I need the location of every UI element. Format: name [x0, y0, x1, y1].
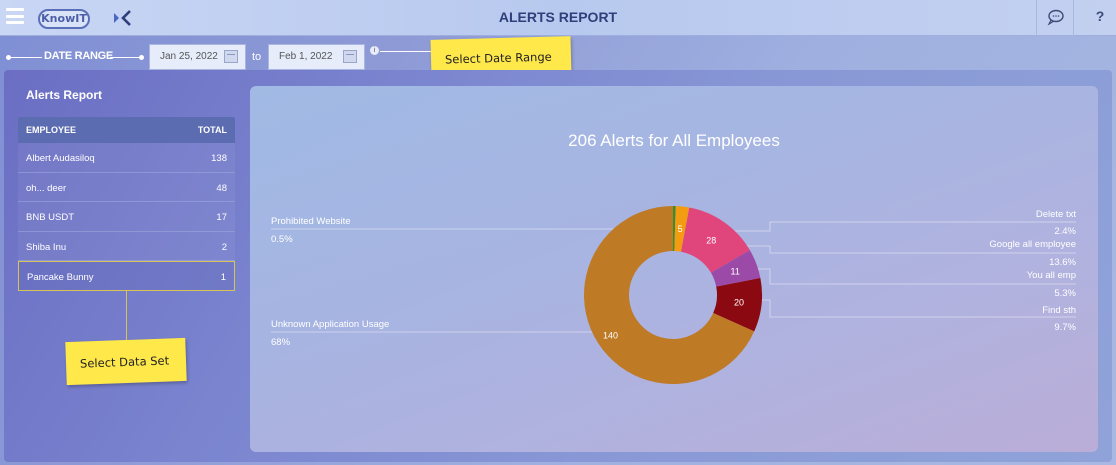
pct-unknown-application: 68% [271, 337, 291, 348]
pct-find-sth: 9.7% [1054, 322, 1076, 333]
label-google-all-employee: Google all employee [989, 239, 1076, 250]
label-delete-txt: Delete txt [1035, 209, 1076, 220]
slice-value-label: 5 [678, 224, 683, 234]
donut-chart: 5 28 11 20 140 [271, 206, 1076, 384]
slice-value-label: 11 [731, 267, 740, 277]
pct-google-all-employee: 13.6% [1049, 257, 1076, 268]
label-unknown-application: Unknown Application Usage [271, 319, 390, 330]
leader-line [758, 299, 1076, 318]
label-you-all-emp: You all emp [1026, 270, 1076, 281]
label-prohibited-website: Prohibited Website [271, 216, 351, 227]
label-find-sth: Find sth [1042, 305, 1076, 316]
pct-you-all-emp: 5.3% [1054, 288, 1076, 299]
pct-prohibited-website: 0.5% [271, 234, 293, 245]
slice-value-label: 20 [734, 298, 744, 308]
pct-delete-txt: 2.4% [1054, 226, 1076, 237]
leader-line [680, 221, 1076, 232]
slice-value-label: 28 [706, 236, 716, 246]
slice-value-label: 140 [603, 330, 618, 340]
